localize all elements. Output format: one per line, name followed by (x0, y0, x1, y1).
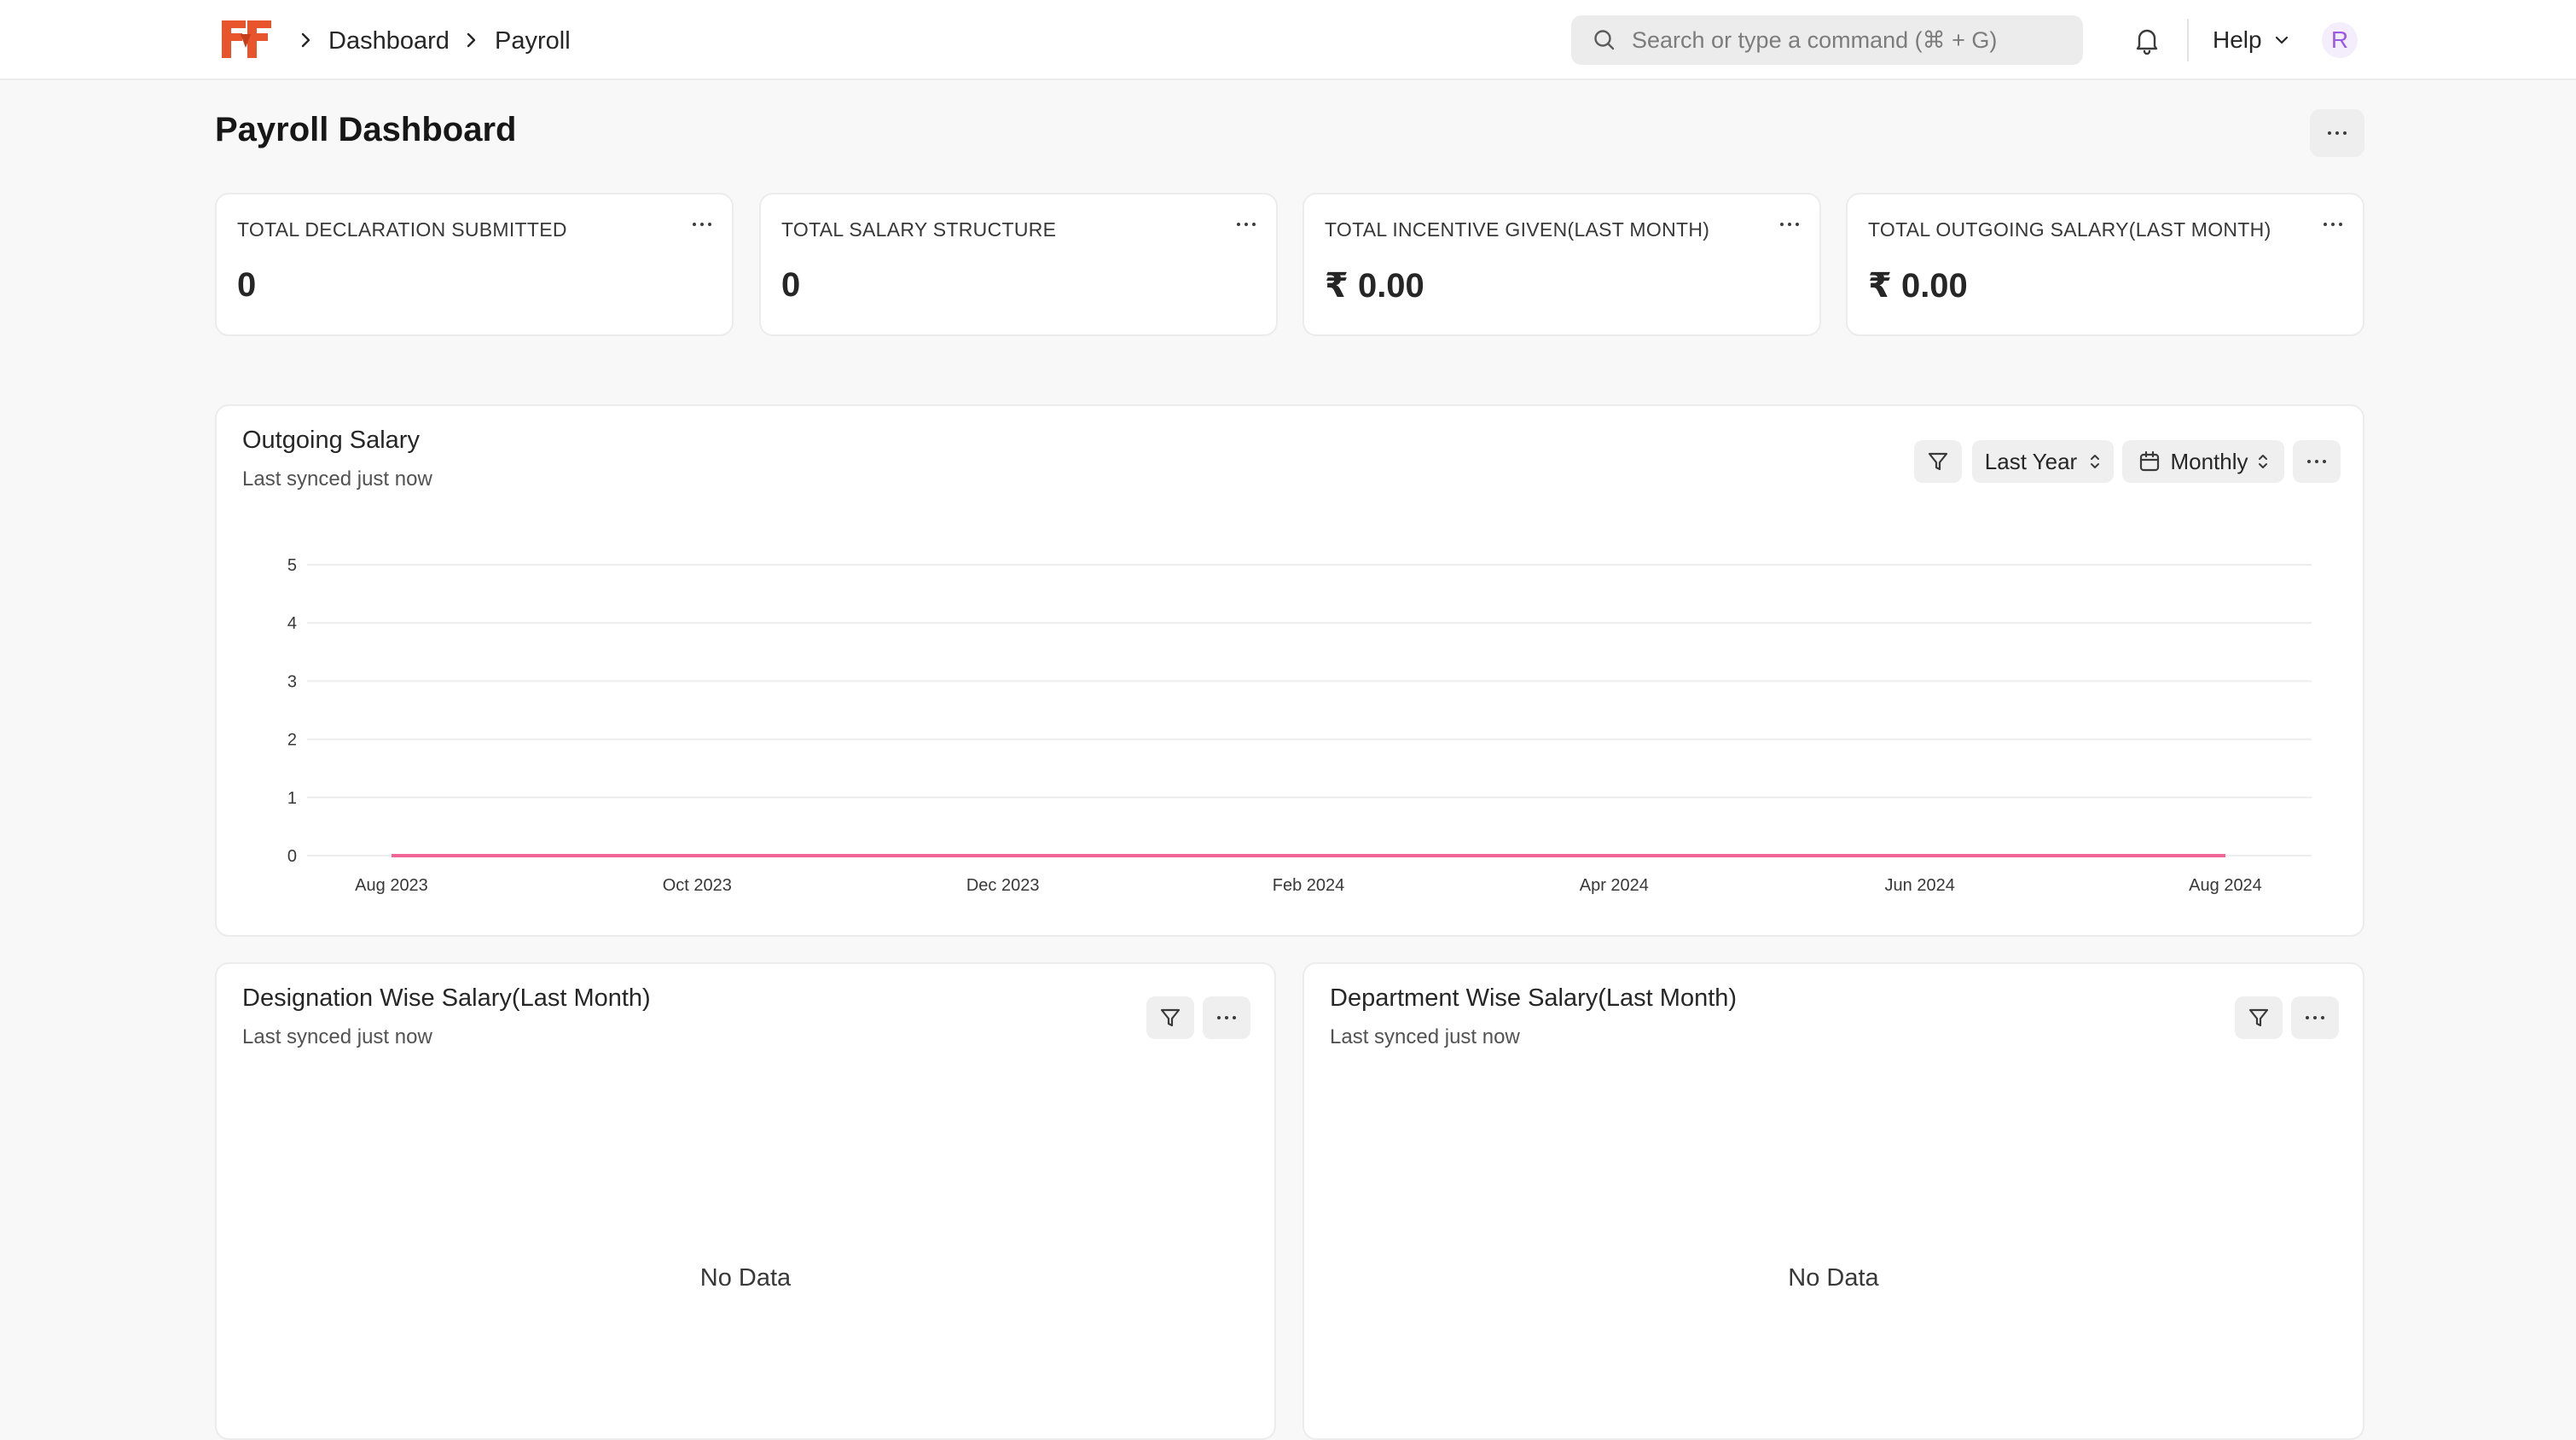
card-menu-button[interactable] (688, 212, 717, 237)
number-card-label: TOTAL INCENTIVE GIVEN(LAST MONTH) (1325, 218, 1710, 241)
page-menu-button[interactable] (2310, 109, 2364, 157)
number-card-value: 0 (237, 266, 257, 304)
filter-icon (1160, 1008, 1181, 1027)
chart-menu-button[interactable] (2291, 996, 2339, 1039)
search-input[interactable] (1571, 15, 2083, 65)
chart-title: Designation Wise Salary(Last Month) (242, 984, 651, 1012)
department-wise-salary-card: Department Wise Salary(Last Month) Last … (1303, 962, 2364, 1440)
chart-title: Department Wise Salary(Last Month) (1330, 984, 1738, 1012)
x-tick-label: Oct 2023 (663, 876, 732, 895)
x-tick-label: Jun 2024 (1885, 876, 1955, 895)
y-tick-label: 2 (287, 731, 297, 750)
x-tick-label: Aug 2024 (2189, 876, 2262, 895)
x-tick-label: Apr 2024 (1580, 876, 1649, 895)
breadcrumb-chevron-icon (467, 32, 476, 48)
number-card-total-salary-structure: TOTAL SALARY STRUCTURE 0 (759, 193, 1278, 336)
chevron-down-icon (2275, 36, 2288, 44)
number-card-value: 0 (781, 266, 801, 304)
card-menu-button[interactable] (1775, 212, 1804, 237)
more-dots-icon (1237, 223, 1256, 226)
chart-menu-button[interactable] (1203, 996, 1250, 1039)
number-card-label: TOTAL OUTGOING SALARY(LAST MONTH) (1868, 218, 2271, 241)
more-dots-icon (2306, 1016, 2324, 1019)
number-card-value: ₹ 0.00 (1325, 267, 1424, 305)
chart-filter-button[interactable] (1146, 996, 1194, 1039)
breadcrumb-payroll[interactable]: Payroll (495, 24, 571, 58)
outgoing-salary-chart-card: Outgoing Salary Last synced just now Las… (215, 404, 2364, 937)
notification-bell-icon[interactable] (2131, 24, 2163, 56)
app-logo-icon[interactable] (220, 17, 273, 61)
no-data-message: No Data (699, 1264, 792, 1292)
number-card-total-outgoing-salary: TOTAL OUTGOING SALARY(LAST MONTH) ₹ 0.00 (1846, 193, 2364, 336)
x-tick-label: Dec 2023 (966, 876, 1040, 895)
x-tick-label: Feb 2024 (1273, 876, 1345, 895)
user-avatar[interactable]: R (2322, 22, 2358, 58)
help-label: Help (2213, 26, 2262, 53)
more-dots-icon (1780, 223, 1799, 226)
top-navbar: Dashboard Payroll Help R (0, 0, 2576, 80)
card-menu-button[interactable] (2318, 212, 2347, 237)
y-tick-label: 5 (287, 556, 297, 575)
breadcrumb-chevron-icon (301, 32, 310, 48)
chart-sync-status: Last synced just now (1330, 1025, 1520, 1048)
outgoing-salary-line-chart: 0 1 2 3 4 5 Aug 2023 Oct 2023 Dec 2023 Feb 2024 Ap… (287, 556, 2312, 895)
page-title: Payroll Dashboard (215, 111, 517, 148)
y-tick-label: 3 (287, 672, 297, 691)
breadcrumb-dashboard[interactable]: Dashboard (328, 24, 450, 58)
more-dots-icon (2324, 223, 2342, 226)
y-tick-label: 4 (287, 614, 297, 633)
more-dots-icon (2328, 131, 2347, 135)
chart-sync-status: Last synced just now (242, 1025, 432, 1048)
number-card-total-declaration: TOTAL DECLARATION SUBMITTED 0 (215, 193, 734, 336)
number-card-value: ₹ 0.00 (1868, 267, 1968, 305)
card-menu-button[interactable] (1232, 212, 1261, 237)
x-tick-label: Aug 2023 (355, 876, 428, 895)
more-dots-icon (1217, 1016, 1236, 1019)
designation-wise-salary-card: Designation Wise Salary(Last Month) Last… (215, 962, 1276, 1440)
filter-icon (2248, 1008, 2269, 1027)
number-card-total-incentive: TOTAL INCENTIVE GIVEN(LAST MONTH) ₹ 0.00 (1303, 193, 1821, 336)
help-dropdown[interactable]: Help (2213, 22, 2291, 58)
number-card-label: TOTAL SALARY STRUCTURE (781, 218, 1057, 241)
more-dots-icon (693, 223, 711, 226)
number-card-label: TOTAL DECLARATION SUBMITTED (237, 218, 567, 241)
no-data-message: No Data (1788, 1264, 1879, 1292)
y-tick-label: 1 (287, 789, 297, 808)
y-tick-label: 0 (287, 847, 297, 866)
chart-filter-button[interactable] (2235, 996, 2283, 1039)
navbar-divider (2187, 19, 2189, 61)
